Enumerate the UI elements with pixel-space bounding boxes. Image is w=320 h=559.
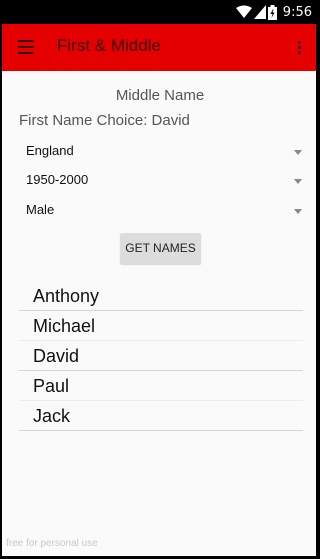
app-screen: 9:56 First & Middle Middle Name First Na… xyxy=(2,0,316,556)
list-item-label: Paul xyxy=(33,376,70,396)
list-item[interactable]: Michael xyxy=(19,311,303,341)
signal-icon xyxy=(253,5,266,19)
list-item-label: Jack xyxy=(33,406,71,426)
app-title: First & Middle xyxy=(57,36,161,55)
app-bar: First & Middle xyxy=(2,24,316,71)
dropdown-arrow-icon xyxy=(294,179,302,184)
divider xyxy=(19,430,303,431)
country-spinner[interactable]: England xyxy=(26,143,302,165)
list-item-label: Michael xyxy=(33,316,96,336)
status-time: 9:56 xyxy=(282,4,312,20)
gender-spinner-value: Male xyxy=(26,202,55,217)
page-heading: Middle Name xyxy=(115,87,205,104)
list-item[interactable]: Jack xyxy=(19,401,303,431)
gender-spinner[interactable]: Male xyxy=(26,202,302,224)
battery-icon xyxy=(267,4,277,20)
list-item[interactable]: David xyxy=(19,341,303,371)
list-item-label: David xyxy=(33,346,80,366)
country-spinner-value: England xyxy=(26,143,74,158)
year-range-spinner[interactable]: 1950-2000 xyxy=(26,172,302,194)
list-item[interactable]: Paul xyxy=(19,371,303,401)
status-icons: 9:56 xyxy=(235,3,312,21)
wifi-icon xyxy=(235,5,252,18)
year-range-spinner-value: 1950-2000 xyxy=(26,172,89,187)
list-item[interactable]: Anthony xyxy=(19,281,303,311)
overflow-menu-icon[interactable] xyxy=(298,41,302,55)
status-bar: 9:56 xyxy=(2,0,316,24)
dropdown-arrow-icon xyxy=(294,209,302,214)
list-item-label: Anthony xyxy=(33,286,100,306)
first-name-choice: First Name Choice: David xyxy=(19,112,190,129)
dropdown-arrow-icon xyxy=(294,150,302,155)
get-names-button[interactable]: GET NAMES xyxy=(120,233,201,264)
hamburger-menu-icon[interactable] xyxy=(18,40,34,54)
names-list: Anthony Michael David Paul Jack xyxy=(19,281,303,431)
watermark-text: free for personal use xyxy=(6,538,98,549)
